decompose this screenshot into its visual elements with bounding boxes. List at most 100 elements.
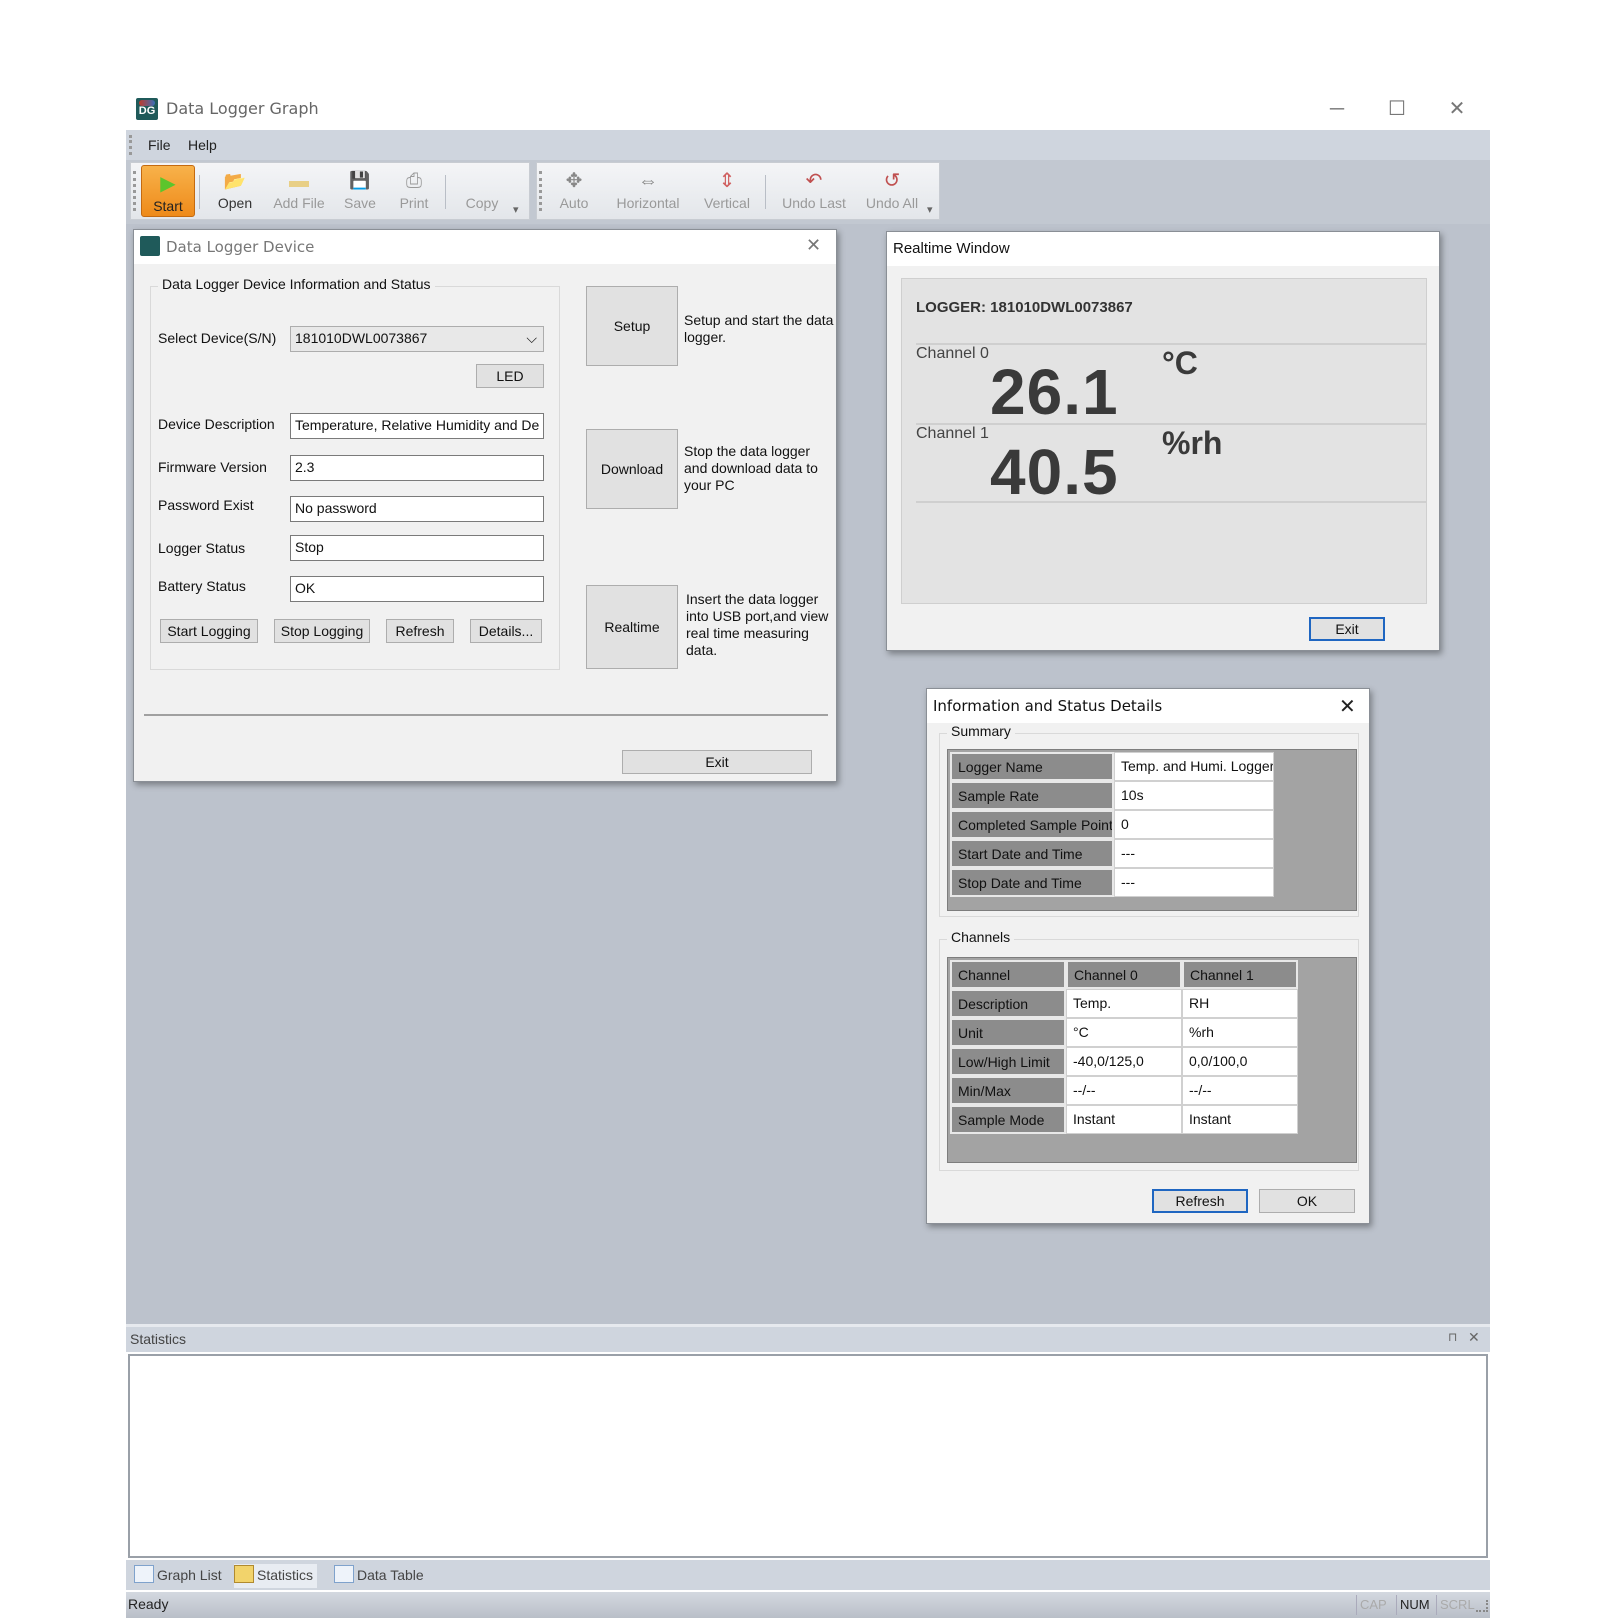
undo-last-icon: ↶ [805,170,823,192]
statistics-title: Statistics [130,1331,187,1347]
pin-icon[interactable]: ⊓ [1448,1330,1457,1344]
select-device-dropdown[interactable]: 181010DWL0073867 ⌵ [290,326,544,352]
battery-status-field[interactable]: OK [290,576,544,602]
channel-cell[interactable]: Temp. [1066,989,1182,1018]
channel-1-value: 40.5 [990,436,1119,508]
summary-key: Sample Rate [950,781,1114,810]
device-description-field[interactable]: Temperature, Relative Humidity and De [290,413,544,439]
undo-all-button[interactable]: ↺ Undo All [859,163,925,221]
summary-value[interactable]: 10s [1114,781,1274,810]
auto-button[interactable]: ✥ Auto [549,163,599,221]
realtime-exit-button[interactable]: Exit [1309,617,1385,641]
channel-1-label: Channel 1 [916,425,989,442]
firmware-version-field[interactable]: 2.3 [290,455,544,481]
tab-graph-list[interactable]: Graph List [134,1564,222,1588]
undo-last-button[interactable]: ↶ Undo Last [773,163,855,221]
channel-cell[interactable]: °C [1066,1018,1182,1047]
summary-key: Completed Sample Points [950,810,1114,839]
select-device-value: 181010DWL0073867 [295,330,428,346]
exit-button[interactable]: Exit [622,750,812,774]
menu-grip[interactable] [129,135,132,155]
menu-help[interactable]: Help [188,137,217,153]
channel-header-cell: Channel [950,960,1066,989]
download-description: Stop the data logger and download data t… [684,443,818,493]
folder-open-icon: 📂 [223,171,247,191]
realtime-window: Realtime Window LOGGER: 181010DWL0073867… [886,231,1440,651]
add-file-button[interactable]: ▬ Add File [267,163,331,221]
horizontal-button[interactable]: ⇔ Horizontal [605,163,691,221]
print-button[interactable]: ⎙ Print [389,163,439,221]
refresh-button[interactable]: Refresh [386,619,454,643]
maximize-button[interactable]: ☐ [1382,96,1412,122]
summary-value[interactable]: --- [1114,839,1274,868]
chevron-down-icon: ⌵ [526,330,537,346]
led-button[interactable]: LED [476,364,544,388]
summary-table: Logger Name Temp. and Humi. Logger Sample … [947,749,1357,911]
close-button[interactable]: ✕ [1442,96,1472,122]
toolbar-grip[interactable] [133,171,136,211]
battery-status-label: Battery Status [158,578,246,594]
details-button[interactable]: Details... [470,619,542,643]
ok-button[interactable]: OK [1259,1189,1355,1213]
channel-cell[interactable]: --/-- [1182,1076,1298,1105]
download-button[interactable]: Download [586,429,678,509]
close-icon[interactable]: ✕ [1339,694,1356,719]
channel-cell[interactable]: %rh [1182,1018,1298,1047]
minimize-button[interactable]: ─ [1322,96,1352,122]
summary-row: Logger Name Temp. and Humi. Logger [950,752,1280,781]
channel-header-cell: Channel 1 [1182,960,1298,989]
summary-value[interactable]: --- [1114,868,1274,897]
channel-cell[interactable]: -40,0/125,0 [1066,1047,1182,1076]
channels-group-title: Channels [947,929,1015,945]
move-horizontal-icon: ⇔ [638,170,658,192]
summary-value[interactable]: 0 [1114,810,1274,839]
channel-0-unit: °C [1162,345,1198,381]
zoom-toolbar: ✥ Auto ⇔ Horizontal ⇕ Vertical ↶ Undo La… [536,162,940,220]
print-icon: ⎙ [406,170,422,192]
caps-lock-indicator: CAP [1356,1595,1390,1615]
start-logging-button[interactable]: Start Logging [160,619,258,643]
move-all-icon: ✥ [565,170,583,192]
channel-row-key: Min/Max [950,1076,1066,1105]
toolbar-overflow-button[interactable]: ▾ [513,203,519,216]
start-button[interactable]: ▶ Start [141,165,195,217]
password-exist-label: Password Exist [158,497,254,513]
channel-cell[interactable]: --/-- [1066,1076,1182,1105]
summary-value[interactable]: Temp. and Humi. Logger [1114,752,1274,781]
num-lock-indicator: NUM [1396,1595,1433,1615]
app-logo-icon [140,236,160,256]
info-dialog: Information and Status Details ✕ Summary… [926,688,1370,1224]
channel-cell[interactable]: RH [1182,989,1298,1018]
device-dialog-titlebar: Data Logger Device ✕ [134,230,836,264]
channel-row-key: Description [950,989,1066,1018]
toolbar-grip[interactable] [539,171,542,211]
copy-button[interactable]: ‌ Copy [455,163,509,221]
toolbar-separator [199,175,200,209]
resize-grip[interactable] [1476,1600,1488,1612]
info-refresh-button[interactable]: Refresh [1152,1189,1248,1213]
channel-cell[interactable]: Instant [1182,1105,1298,1134]
close-icon[interactable]: ✕ [1468,1329,1480,1346]
toolbar-separator [445,175,446,209]
status-text: Ready [128,1596,169,1612]
setup-button[interactable]: Setup [586,286,678,366]
open-button[interactable]: 📂 Open [207,163,263,221]
tab-statistics[interactable]: Statistics [234,1564,318,1588]
summary-key: Logger Name [950,752,1114,781]
stop-logging-button[interactable]: Stop Logging [274,619,370,643]
password-exist-field[interactable]: No password [290,496,544,522]
logger-status-field[interactable]: Stop [290,535,544,561]
toolbar-overflow-button[interactable]: ▾ [927,203,933,216]
menu-file[interactable]: File [148,137,171,153]
vertical-button[interactable]: ⇕ Vertical [695,163,759,221]
channel-cell[interactable]: 0,0/100,0 [1182,1047,1298,1076]
graph-list-icon [134,1565,154,1583]
realtime-button[interactable]: Realtime [586,585,678,669]
channel-cell[interactable]: Instant [1066,1105,1182,1134]
channel-1-unit: %rh [1162,425,1223,461]
channel-row-key: Low/High Limit [950,1047,1066,1076]
tab-data-table[interactable]: Data Table [334,1564,424,1588]
close-icon[interactable]: ✕ [806,235,821,256]
summary-row: Stop Date and Time --- [950,868,1280,897]
save-button[interactable]: 💾 Save [335,163,385,221]
